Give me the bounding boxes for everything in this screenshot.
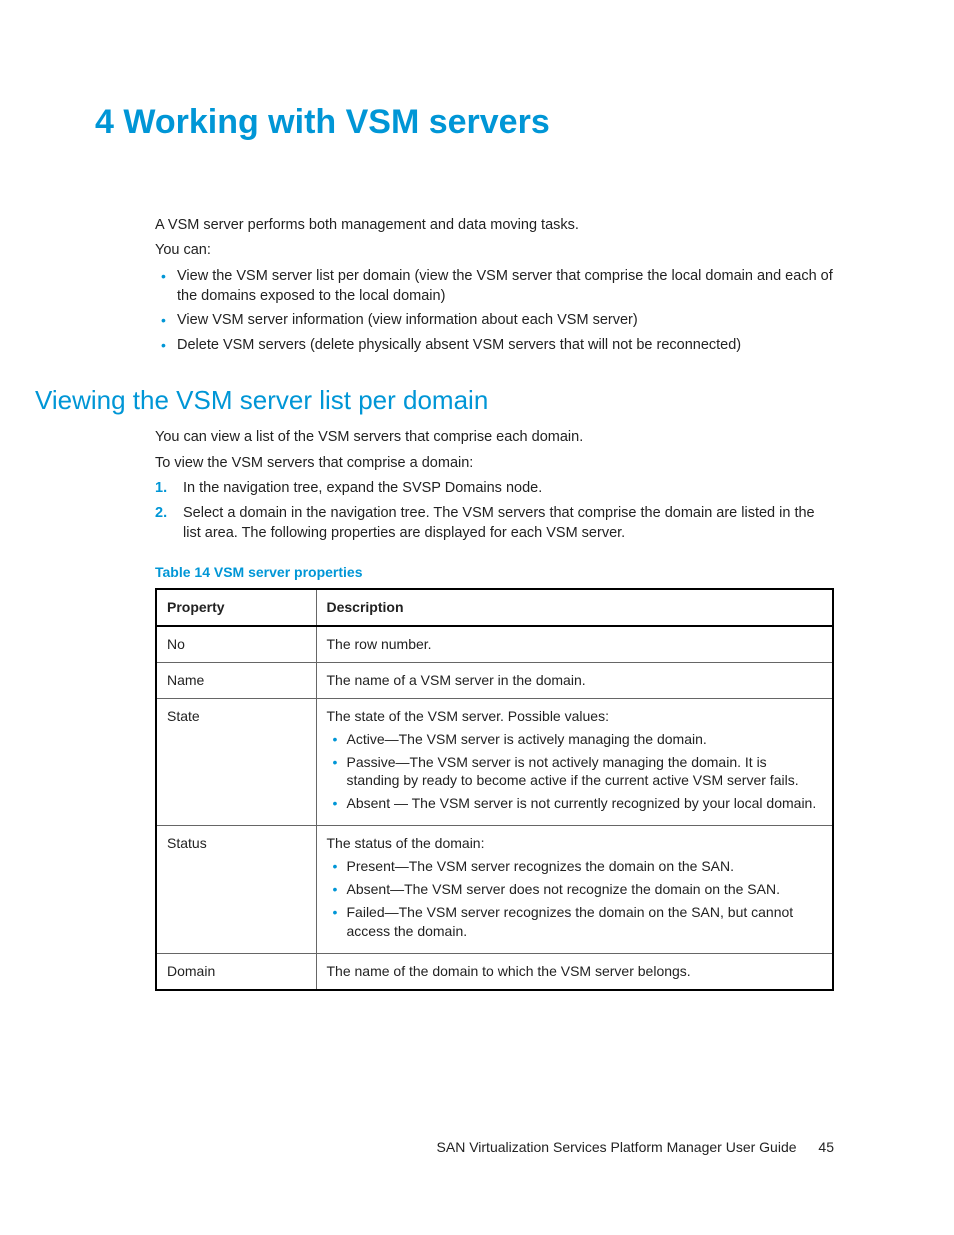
list-item: View VSM server information (view inform… (155, 311, 834, 331)
table-caption: Table 14 VSM server properties (155, 563, 834, 582)
table-cell-property: No (156, 626, 316, 662)
step-number: 1. (155, 479, 167, 499)
table-cell-description: The state of the VSM server. Possible va… (316, 698, 833, 825)
table-cell-property: Name (156, 662, 316, 698)
page-footer: SAN Virtualization Services Platform Man… (0, 1138, 954, 1157)
list-item: 2. Select a domain in the navigation tree… (155, 504, 834, 543)
table-row: Domain The name of the domain to which t… (156, 953, 833, 989)
list-item: Present—The VSM server recognizes the do… (327, 857, 823, 876)
table-row: Status The status of the domain: Present… (156, 826, 833, 953)
intro-bullet-list: View the VSM server list per domain (vie… (155, 267, 834, 355)
list-item: Passive—The VSM server is not actively m… (327, 753, 823, 791)
section-paragraph: You can view a list of the VSM servers t… (155, 428, 834, 448)
list-item: Delete VSM servers (delete physically ab… (155, 336, 834, 356)
footer-title: SAN Virtualization Services Platform Man… (437, 1139, 797, 1155)
table-row: Name The name of a VSM server in the dom… (156, 662, 833, 698)
table-cell-property: State (156, 698, 316, 825)
list-item: Active—The VSM server is actively managi… (327, 730, 823, 749)
list-item: View the VSM server list per domain (vie… (155, 267, 834, 306)
table-cell-description: The row number. (316, 626, 833, 662)
table-cell-property: Domain (156, 953, 316, 989)
table-cell-description: The name of a VSM server in the domain. (316, 662, 833, 698)
list-item: 1. In the navigation tree, expand the SVS… (155, 479, 834, 499)
intro-paragraph-2: You can: (155, 241, 834, 261)
step-text: Select a domain in the navigation tree. … (183, 505, 815, 541)
table-row: No The row number. (156, 626, 833, 662)
list-item: Absent — The VSM server is not currently… (327, 794, 823, 813)
step-text: In the navigation tree, expand the SVSP … (183, 480, 542, 496)
cell-lead-text: The state of the VSM server. Possible va… (327, 708, 609, 724)
page-number: 45 (818, 1139, 834, 1155)
steps-list: 1. In the navigation tree, expand the SVS… (155, 479, 834, 543)
list-item: Absent—The VSM server does not recognize… (327, 880, 823, 899)
table-row: State The state of the VSM server. Possi… (156, 698, 833, 825)
cell-lead-text: The status of the domain: (327, 835, 485, 851)
list-item: Failed—The VSM server recognizes the dom… (327, 903, 823, 941)
table-cell-property: Status (156, 826, 316, 953)
section-heading: Viewing the VSM server list per domain (35, 383, 834, 418)
table-cell-description: The status of the domain: Present—The VS… (316, 826, 833, 953)
table-header-description: Description (316, 589, 833, 626)
vsm-properties-table: Property Description No The row number. … (155, 588, 834, 990)
section-paragraph: To view the VSM servers that comprise a … (155, 454, 834, 474)
table-cell-description: The name of the domain to which the VSM … (316, 953, 833, 989)
table-header-property: Property (156, 589, 316, 626)
step-number: 2. (155, 504, 167, 524)
intro-paragraph-1: A VSM server performs both management an… (155, 216, 834, 236)
chapter-heading: 4 Working with VSM servers (95, 100, 834, 146)
